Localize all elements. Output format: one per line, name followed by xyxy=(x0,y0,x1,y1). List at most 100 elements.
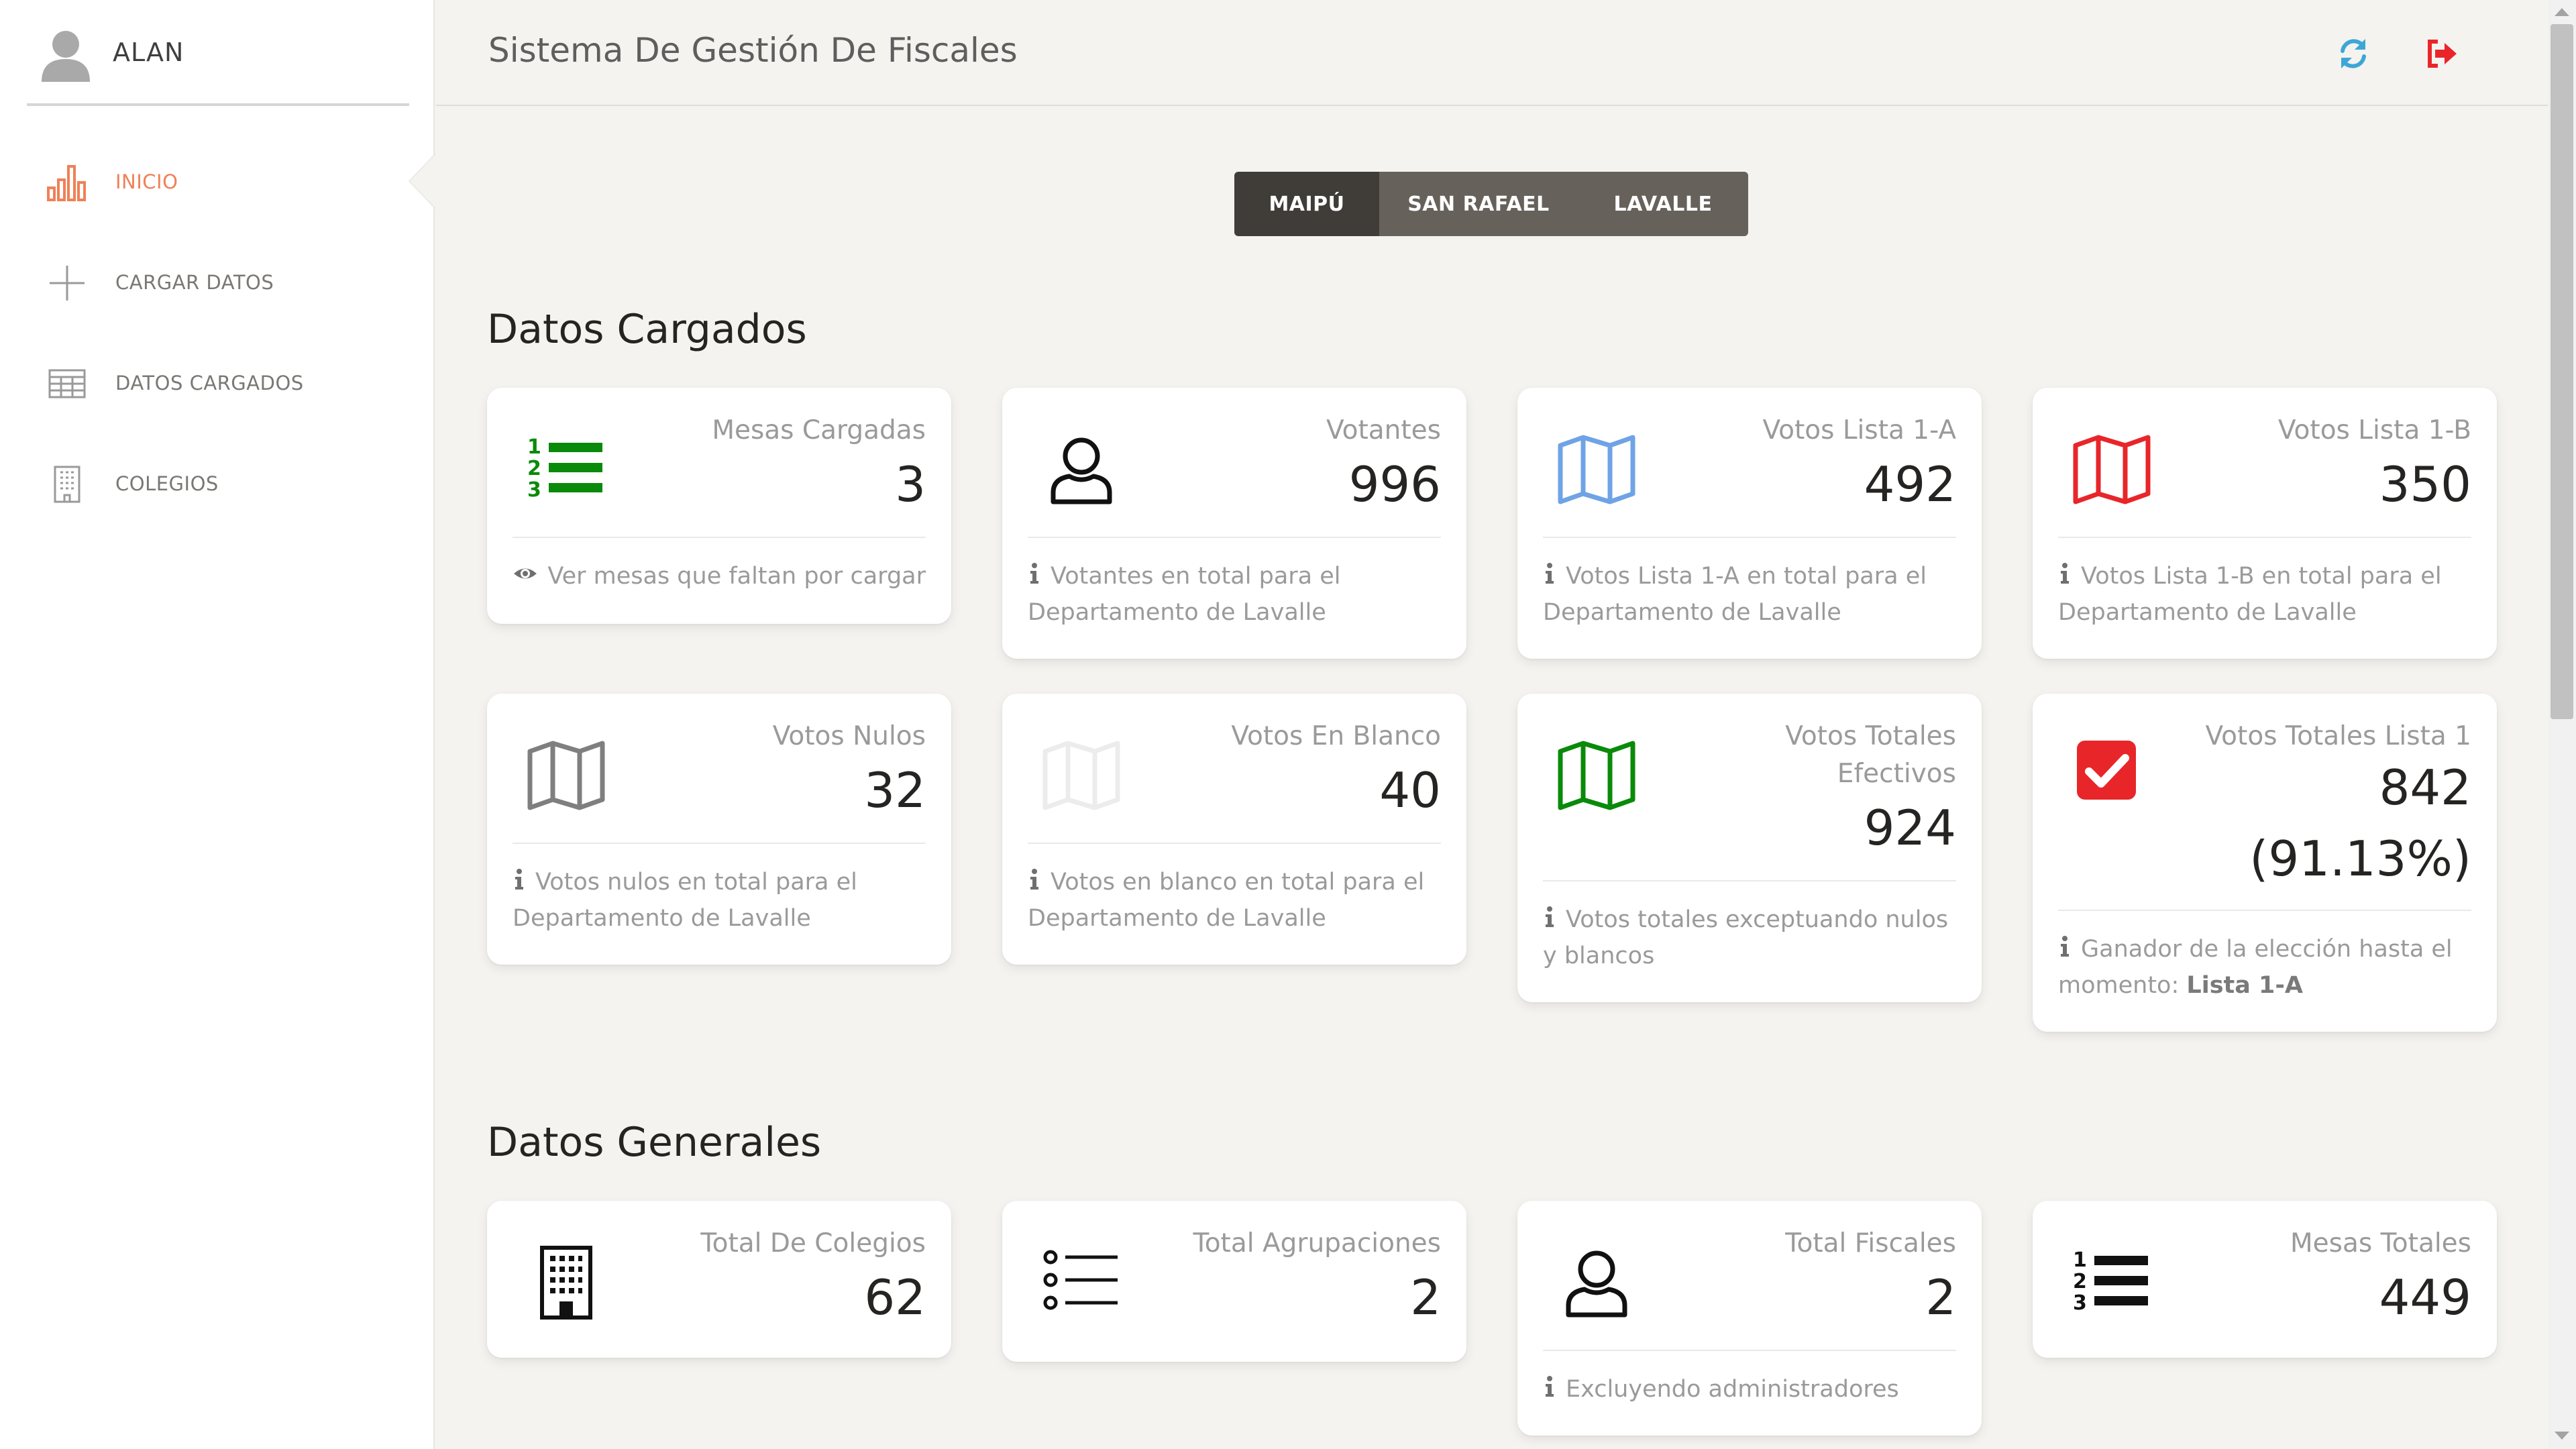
refresh-icon[interactable] xyxy=(2334,35,2372,72)
user-profile: ALAN xyxy=(27,0,409,106)
building-icon xyxy=(540,1246,592,1320)
card-label-line: Votos Totales xyxy=(1785,721,1956,751)
card-label: Mesas Totales xyxy=(2290,1228,2471,1258)
department-tabs: MAIPÚ SAN RAFAEL LAVALLE xyxy=(1234,172,1748,236)
avatar xyxy=(42,31,90,82)
card-value: 924 xyxy=(1864,800,1956,856)
user-icon xyxy=(1051,437,1112,504)
card-total-fiscales: Total Fiscales 2 Excluyendo administrado… xyxy=(1517,1201,1982,1436)
card-label: Votantes xyxy=(1326,415,1441,445)
card-footer-text: Excluyendo administradores xyxy=(1566,1376,1899,1403)
card-divider xyxy=(1543,880,1956,881)
card-value: 449 xyxy=(2379,1269,2471,1326)
sidebar-item-inicio[interactable]: INICIO xyxy=(0,141,435,221)
svg-text:3: 3 xyxy=(527,478,541,502)
card-divider xyxy=(513,537,926,538)
card-footer: Votos totales exceptuando nulos y blanco… xyxy=(1543,902,1956,974)
sidebar-item-cargar-datos[interactable]: CARGAR DATOS xyxy=(0,241,435,322)
card-footer: Votos Lista 1-B en total para el Departa… xyxy=(2058,558,2471,631)
card-total-agrupaciones: Total Agrupaciones 2 xyxy=(1002,1201,1466,1362)
card-footer: Excluyendo administradores xyxy=(1543,1371,1956,1407)
card-label: Votos Lista 1-A xyxy=(1762,415,1956,445)
plus-icon xyxy=(50,266,85,301)
card-votos-totales-efectivos: Votos Totales Efectivos 924 Votos totale… xyxy=(1517,694,1982,1002)
sign-out-icon[interactable] xyxy=(2423,35,2461,72)
svg-text:2: 2 xyxy=(527,457,541,480)
info-icon xyxy=(1030,869,1038,890)
card-footer-text[interactable]: Ver mesas que faltan por cargar xyxy=(547,563,926,590)
sidebar-item-colegios[interactable]: COLEGIOS xyxy=(0,443,435,523)
scroll-up-arrow[interactable] xyxy=(2555,8,2569,16)
card-footer-text: Votos Lista 1-A en total para el Departa… xyxy=(1543,563,1927,626)
card-footer: Votos nulos en total para el Departament… xyxy=(513,864,926,936)
svg-text:3: 3 xyxy=(2073,1291,2087,1315)
card-total-colegios: Total De Colegios 62 xyxy=(487,1201,951,1358)
info-icon xyxy=(1546,563,1554,584)
card-footer-text: Votantes en total para el Departamento d… xyxy=(1028,563,1341,626)
list-icon xyxy=(1043,1250,1118,1310)
card-mesas-totales: 1 2 3 Mesas Totales 449 xyxy=(2033,1201,2497,1358)
card-label: Votos En Blanco xyxy=(1231,721,1441,751)
info-icon xyxy=(2061,563,2069,584)
info-icon xyxy=(1546,906,1554,927)
bar-chart-icon xyxy=(47,165,86,201)
sidebar-item-label: INICIO xyxy=(115,170,178,193)
missing-tables-link[interactable]: Ver mesas que faltan por cargar xyxy=(513,558,926,594)
card-value: 996 xyxy=(1348,456,1441,513)
scrollbar-thumb[interactable] xyxy=(2551,24,2573,719)
ordered-list-icon: 1 2 3 xyxy=(527,435,602,502)
info-icon xyxy=(2061,936,2069,957)
active-indicator-fill xyxy=(410,154,435,208)
card-votos-nulos: Votos Nulos 32 Votos nulos en total para… xyxy=(487,694,951,965)
card-value: 492 xyxy=(1864,456,1956,513)
tab-maipu[interactable]: MAIPÚ xyxy=(1234,172,1379,236)
card-label: Votos Lista 1-B xyxy=(2277,415,2471,445)
map-icon xyxy=(1042,741,1120,810)
card-value: 2 xyxy=(1925,1269,1956,1326)
section-title-datos-cargados: Datos Cargados xyxy=(487,306,807,353)
card-label-line: Efectivos xyxy=(1837,759,1956,789)
card-divider xyxy=(1543,537,1956,538)
card-divider xyxy=(2058,910,2471,911)
card-divider xyxy=(2058,537,2471,538)
card-divider xyxy=(1028,843,1441,844)
card-value: 40 xyxy=(1379,762,1441,818)
map-icon xyxy=(527,741,605,810)
eye-icon xyxy=(514,568,537,579)
card-value: 32 xyxy=(864,762,926,818)
svg-text:1: 1 xyxy=(2073,1248,2087,1272)
card-votos-lista-1b: Votos Lista 1-B 350 Votos Lista 1-B en t… xyxy=(2033,388,2497,659)
card-footer-text: Votos nulos en total para el Departament… xyxy=(513,869,857,932)
card-value: 62 xyxy=(864,1269,926,1326)
card-footer: Votos Lista 1-A en total para el Departa… xyxy=(1543,558,1956,631)
tab-san-rafael[interactable]: SAN RAFAEL xyxy=(1379,172,1578,236)
check-square-icon xyxy=(2077,741,2136,800)
building-icon xyxy=(54,466,80,503)
scroll-down-arrow[interactable] xyxy=(2555,1432,2569,1440)
svg-text:2: 2 xyxy=(2073,1270,2087,1293)
card-votos-lista-1a: Votos Lista 1-A 492 Votos Lista 1-A en t… xyxy=(1517,388,1982,659)
card-footer-text: Votos totales exceptuando nulos y blanco… xyxy=(1543,906,1949,969)
top-navbar: Sistema De Gestión De Fiscales xyxy=(436,0,2549,106)
card-footer: Votantes en total para el Departamento d… xyxy=(1028,558,1441,631)
card-value: 842 xyxy=(2379,759,2471,816)
sidebar-item-datos-cargados[interactable]: DATOS CARGADOS xyxy=(0,342,435,423)
info-icon xyxy=(1030,563,1038,584)
map-icon xyxy=(2073,435,2151,504)
sidebar-item-label: COLEGIOS xyxy=(115,472,219,495)
card-value: 2 xyxy=(1410,1269,1441,1326)
card-divider xyxy=(1028,537,1441,538)
card-label: Mesas Cargadas xyxy=(712,415,926,445)
info-icon xyxy=(1546,1376,1554,1397)
sidebar-item-label: DATOS CARGADOS xyxy=(115,372,304,394)
card-footer-text: Votos en blanco en total para el Departa… xyxy=(1028,869,1425,932)
tab-lavalle[interactable]: LAVALLE xyxy=(1578,172,1748,236)
card-footer: Votos en blanco en total para el Departa… xyxy=(1028,864,1441,936)
card-votos-totales-lista-1: Votos Totales Lista 1 842 (91.13%) Ganad… xyxy=(2033,694,2497,1032)
info-icon xyxy=(515,869,523,890)
card-value: 350 xyxy=(2379,456,2471,513)
card-divider xyxy=(513,843,926,844)
section-title-datos-generales: Datos Generales xyxy=(487,1119,822,1166)
page-title: Sistema De Gestión De Fiscales xyxy=(488,31,1018,70)
card-value-percent: (91.13%) xyxy=(2249,830,2471,887)
